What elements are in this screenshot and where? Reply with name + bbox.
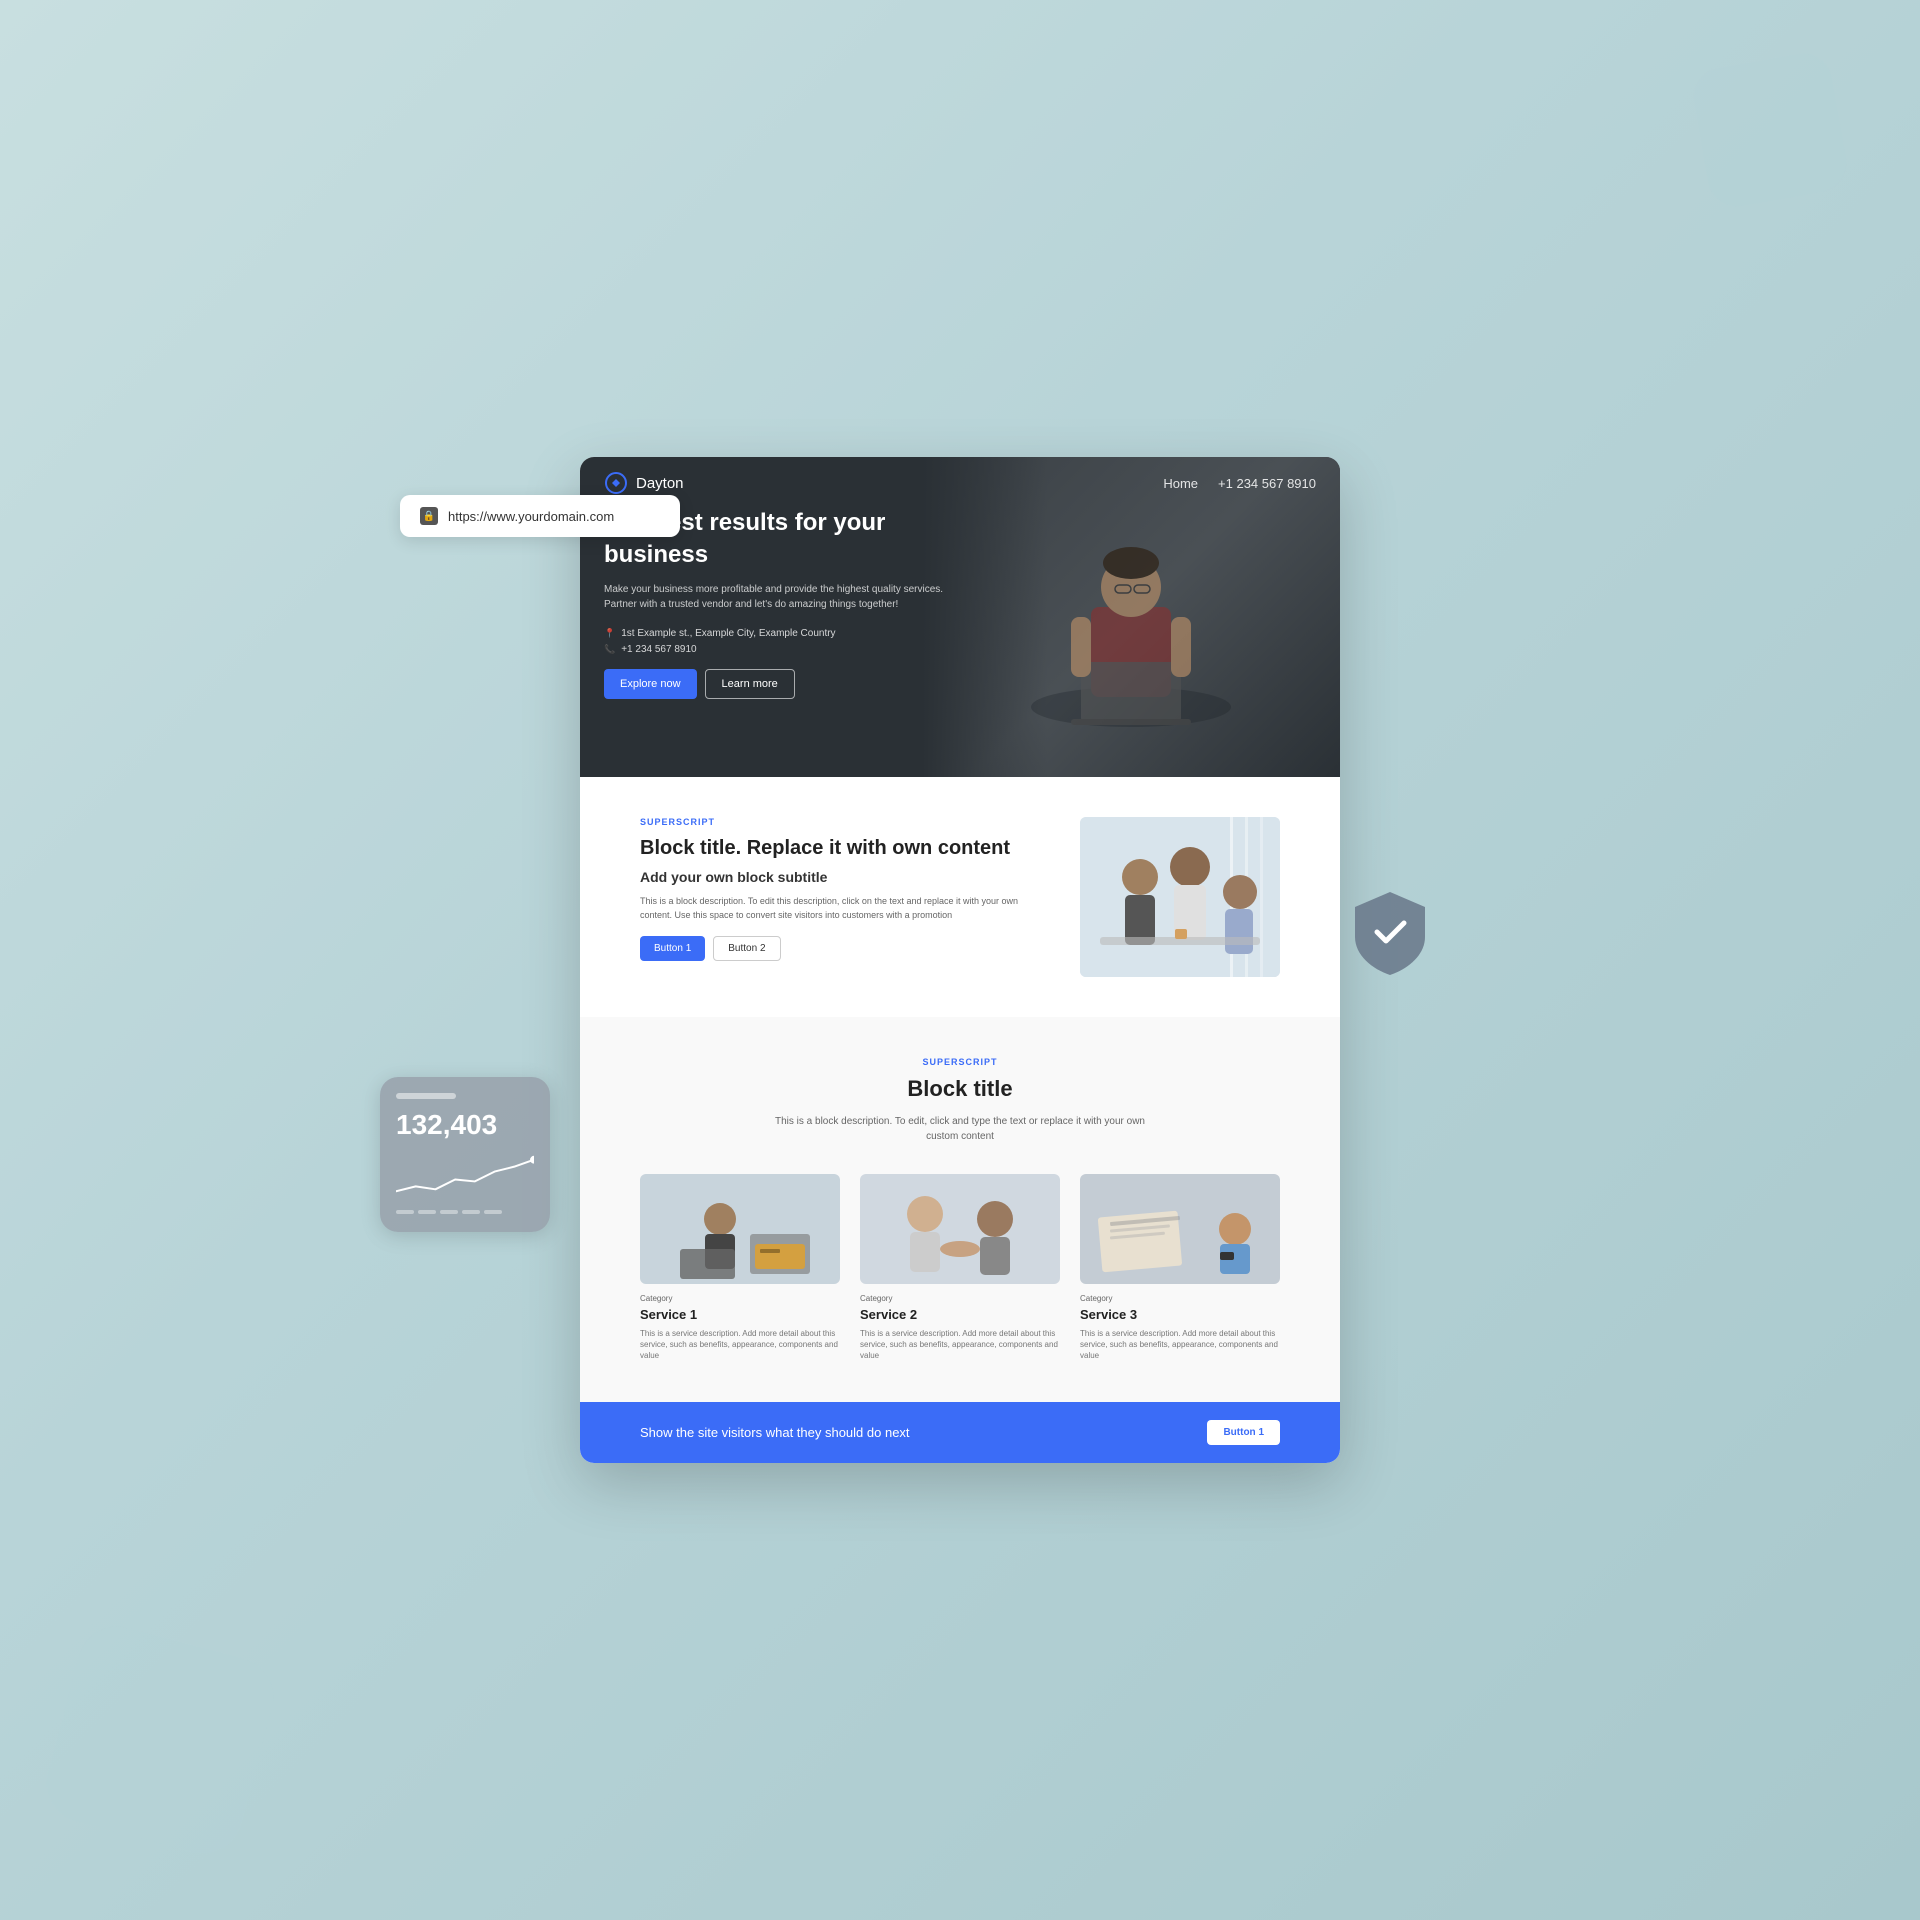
block-1-description: This is a block description. To edit thi… xyxy=(640,895,1040,922)
hero-info: 📍 1st Example st., Example City, Example… xyxy=(604,628,946,655)
block-2-superscript: SUPERSCRIPT xyxy=(640,1057,1280,1067)
service-3-desc: This is a service description. Add more … xyxy=(1080,1328,1280,1362)
block-1-subtitle: Add your own block subtitle xyxy=(640,869,1040,885)
url-bar: https://www.yourdomain.com xyxy=(400,495,680,537)
service-2-category: Category xyxy=(860,1294,1060,1303)
bg-decoration-2 xyxy=(1689,49,1851,211)
block-1-left: SUPERSCRIPT Block title. Replace it with… xyxy=(640,817,1040,961)
block-1-buttons: Button 1 Button 2 xyxy=(640,936,1040,961)
stat-bar xyxy=(396,1093,456,1099)
nav-logo-text: Dayton xyxy=(636,475,684,492)
content-area: SUPERSCRIPT Block title. Replace it with… xyxy=(580,777,1340,1462)
nav-phone[interactable]: +1 234 567 8910 xyxy=(1218,476,1316,491)
explore-button[interactable]: Explore now xyxy=(604,669,697,699)
lock-icon xyxy=(420,507,438,525)
chart-area xyxy=(396,1149,534,1204)
phone-icon: 📞 xyxy=(604,644,615,655)
hero-address: 📍 1st Example st., Example City, Example… xyxy=(604,628,946,639)
cta-footer: Show the site visitors what they should … xyxy=(580,1402,1340,1463)
service-1-desc: This is a service description. Add more … xyxy=(640,1328,840,1362)
stat-dot-5 xyxy=(484,1210,502,1214)
browser-window: Dayton Home +1 234 567 8910 xyxy=(580,457,1340,1462)
hero-buttons: Explore now Learn more xyxy=(604,669,946,699)
stats-card: 132,403 xyxy=(380,1077,550,1232)
cta-button[interactable]: Button 1 xyxy=(1207,1420,1280,1445)
service-1-name: Service 1 xyxy=(640,1307,840,1322)
block-1-title: Block title. Replace it with own content xyxy=(640,835,1040,861)
block-2-title: Block title xyxy=(640,1075,1280,1104)
hero-phone: 📞 +1 234 567 8910 xyxy=(604,644,946,655)
service-2-desc: This is a service description. Add more … xyxy=(860,1328,1060,1362)
cta-text: Show the site visitors what they should … xyxy=(640,1425,910,1440)
block-2-description: This is a block description. To edit, cl… xyxy=(760,1114,1160,1144)
nav-logo: Dayton xyxy=(604,471,684,495)
stat-dot-1 xyxy=(396,1210,414,1214)
service-1-image xyxy=(640,1174,840,1284)
service-2-image xyxy=(860,1174,1060,1284)
service-3-category: Category xyxy=(1080,1294,1280,1303)
service-card-3: Category Service 3 This is a service des… xyxy=(1080,1174,1280,1362)
nav-home-link[interactable]: Home xyxy=(1163,476,1198,491)
block-1-superscript: SUPERSCRIPT xyxy=(640,817,1040,827)
navigation: Dayton Home +1 234 567 8910 xyxy=(580,457,1340,509)
stat-dot-3 xyxy=(440,1210,458,1214)
team-image xyxy=(1080,817,1280,977)
page-wrapper: https://www.yourdomain.com 132,403 xyxy=(580,457,1340,1462)
hero-section: Dayton Home +1 234 567 8910 xyxy=(580,457,1340,777)
service-3-image xyxy=(1080,1174,1280,1284)
shield-badge xyxy=(1350,887,1430,977)
hero-description: Make your business more profitable and p… xyxy=(604,582,946,612)
stat-dot-2 xyxy=(418,1210,436,1214)
service-3-name: Service 3 xyxy=(1080,1307,1280,1322)
bg-decoration-1 xyxy=(38,1618,283,1863)
block-1-btn1[interactable]: Button 1 xyxy=(640,936,705,961)
block-section-2: SUPERSCRIPT Block title This is a block … xyxy=(580,1017,1340,1401)
url-text: https://www.yourdomain.com xyxy=(448,509,614,524)
block-section-1: SUPERSCRIPT Block title. Replace it with… xyxy=(580,777,1340,1017)
block-1-btn2[interactable]: Button 2 xyxy=(713,936,780,961)
location-icon: 📍 xyxy=(604,628,615,639)
stat-dot-4 xyxy=(462,1210,480,1214)
stat-number: 132,403 xyxy=(396,1109,534,1141)
stat-dots xyxy=(396,1210,534,1214)
service-2-name: Service 2 xyxy=(860,1307,1060,1322)
learn-button[interactable]: Learn more xyxy=(705,669,795,699)
service-1-category: Category xyxy=(640,1294,840,1303)
service-card-1: Category Service 1 This is a service des… xyxy=(640,1174,840,1362)
block-1-right xyxy=(1080,817,1280,977)
service-card-2: Category Service 2 This is a service des… xyxy=(860,1174,1060,1362)
nav-links: Home +1 234 567 8910 xyxy=(1163,476,1316,491)
services-grid: Category Service 1 This is a service des… xyxy=(640,1174,1280,1362)
